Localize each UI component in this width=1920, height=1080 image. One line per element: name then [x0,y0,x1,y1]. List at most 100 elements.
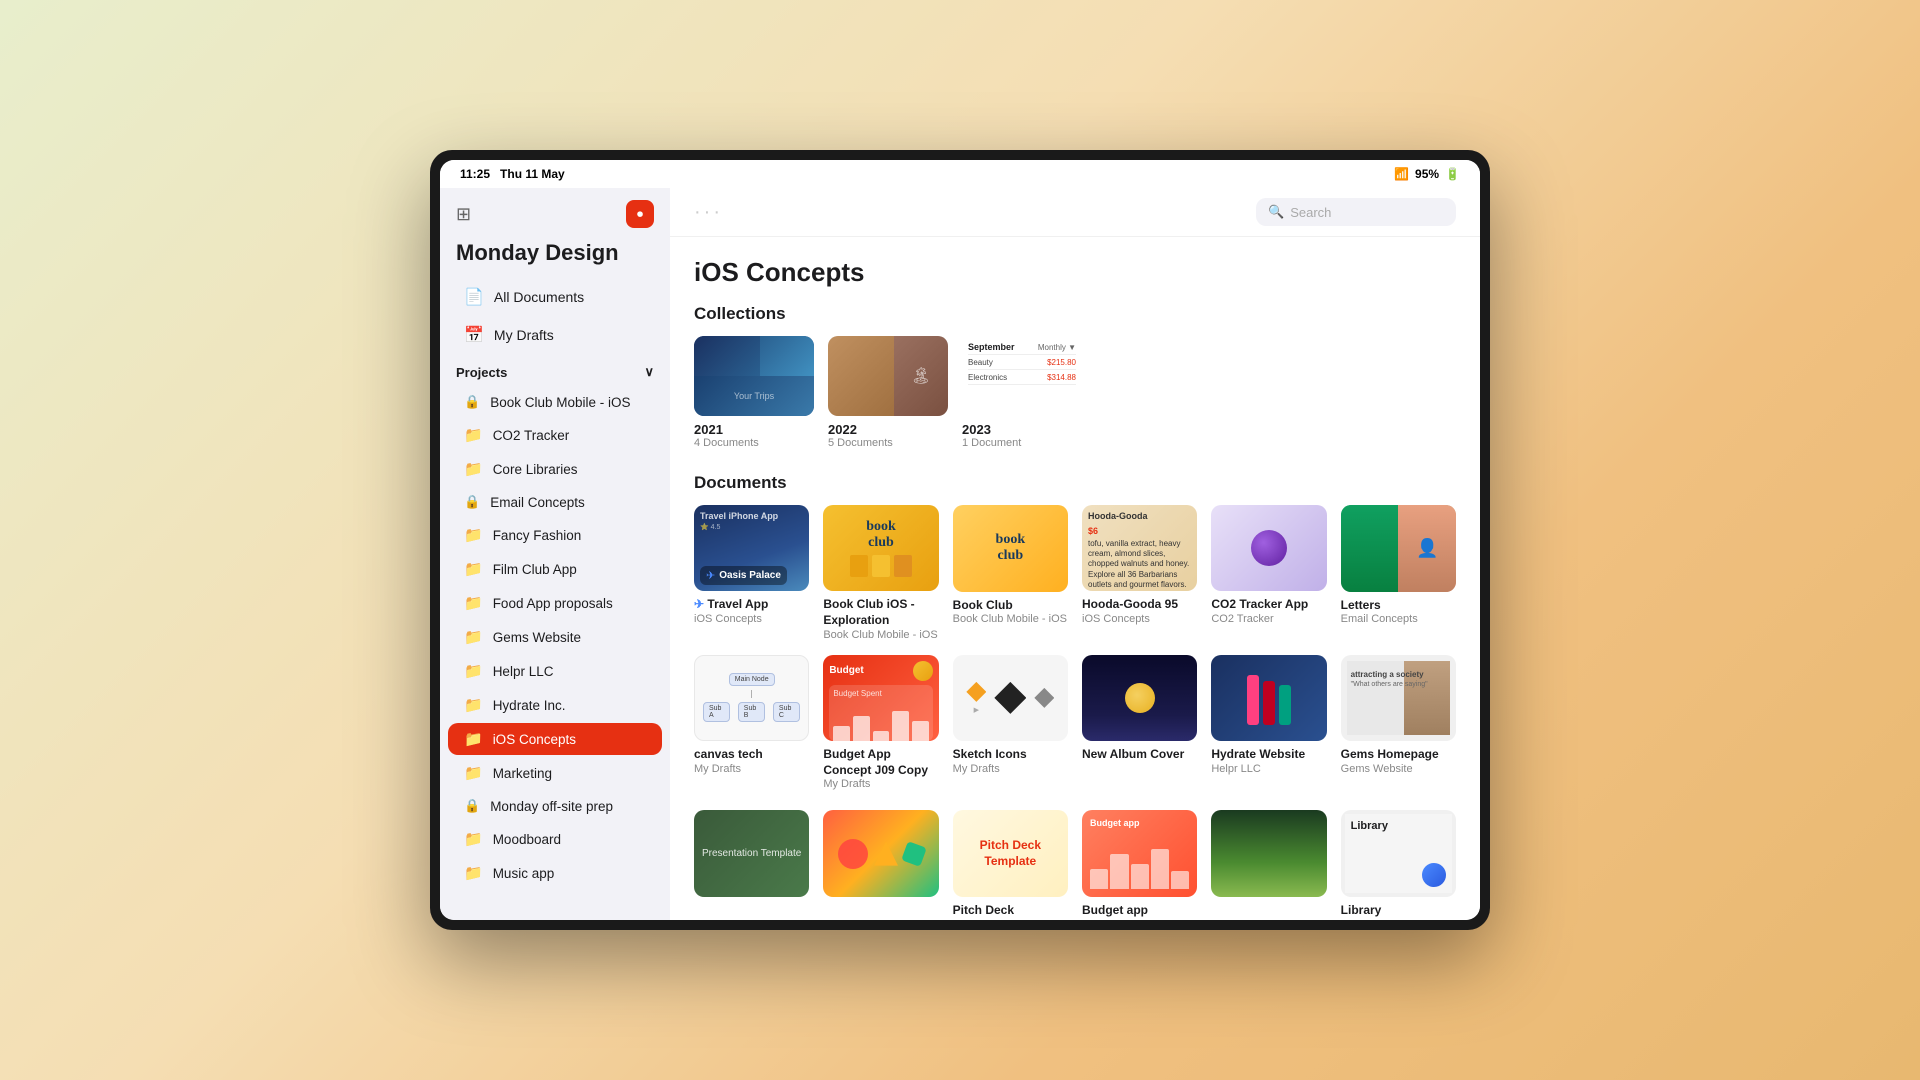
proj-label: Music app [493,866,555,881]
page-title: iOS Concepts [694,257,1456,288]
doc-nature[interactable] [1211,810,1326,920]
projects-chevron-icon[interactable]: ∨ [644,364,654,380]
bottom-docs-grid: Presentation Template [694,810,1456,920]
projects-label: Projects [456,365,507,380]
doc-budget[interactable]: Budget Budget Spent [823,655,938,791]
status-bar: 11:25 Thu 11 May 📶 95% 🔋 [440,160,1480,188]
ipad-device: 11:25 Thu 11 May 📶 95% 🔋 ⊞ ⏺ Monday Desi… [430,150,1490,930]
collection-count: 4 Documents [694,437,814,449]
sidebar-item-co2[interactable]: 📁 CO2 Tracker [448,419,662,451]
search-placeholder: Search [1290,205,1331,220]
sidebar-item-film[interactable]: 📁 Film Club App [448,553,662,585]
main-header: ··· 🔍 Search [670,188,1480,237]
drafts-label: My Drafts [494,327,554,343]
workspace-title: Monday Design [440,236,670,278]
doc-colorful[interactable] [823,810,938,920]
folder-icon: 📁 [464,594,483,612]
doc-title: Pitch Deck Template [953,903,1068,920]
proj-label: Film Club App [493,562,577,577]
doc-hooda[interactable]: Hooda-Gooda $6 tofu, vanilla extract, he… [1082,505,1197,641]
doc-title: Gems Homepage [1341,747,1456,763]
folder-icon-active: 📁 [464,730,483,748]
sidebar-item-marketing[interactable]: 📁 Marketing [448,757,662,789]
lock-icon: 🔒 [464,798,480,814]
doc-hydrate[interactable]: Hydrate Website Helpr LLC [1211,655,1326,791]
all-docs-label: All Documents [494,289,584,305]
doc-title: Sketch Icons [953,747,1068,763]
sidebar-item-music[interactable]: 📁 Music app [448,857,662,889]
doc-title: Hydrate Website [1211,747,1326,763]
record-icon: ⏺ [637,207,643,222]
record-button[interactable]: ⏺ [626,200,654,228]
doc-title: ✈ Travel App [694,597,809,613]
collection-2021[interactable]: Your Trips 2021 4 Documents [694,336,814,449]
collection-2022[interactable]: 🏝 2022 5 Documents [828,336,948,449]
doc-title: Budget app [1082,903,1197,919]
sidebar-item-all-documents[interactable]: 📄 All Documents [448,279,662,315]
doc-title: Library [1341,903,1456,919]
doc-title: New Album Cover [1082,747,1197,763]
sidebar-item-my-drafts[interactable]: 📅 My Drafts [448,317,662,353]
doc-pitch-deck[interactable]: Pitch Deck Template Pitch Deck Template [953,810,1068,920]
doc-title: Letters [1341,598,1456,614]
status-date: Thu 11 May [500,167,565,181]
doc-title: Budget App Concept J09 Copy [823,747,938,778]
folder-icon: 📁 [464,830,483,848]
wifi-icon: 📶 [1394,167,1409,181]
documents-section-title: Documents [694,473,1456,493]
proj-label: Food App proposals [493,596,613,611]
sidebar-item-gems[interactable]: 📁 Gems Website [448,621,662,653]
doc-budget-app[interactable]: Budget app [1082,810,1197,920]
proj-label: CO2 Tracker [493,428,570,443]
doc-album[interactable]: New Album Cover [1082,655,1197,791]
doc-gems[interactable]: attracting a society "What others are sa… [1341,655,1456,791]
doc-title: Hooda-Gooda 95 [1082,597,1197,613]
sidebar-item-monday-offsite[interactable]: 🔒 Monday off-site prep [448,791,662,821]
proj-label: Hydrate Inc. [493,698,566,713]
search-icon: 🔍 [1268,204,1284,220]
search-bar[interactable]: 🔍 Search [1256,198,1456,226]
doc-subtitle: CO2 Tracker [1211,613,1326,625]
doc-title: Book Club [953,598,1068,614]
folder-icon: 📁 [464,560,483,578]
sidebar-item-ios[interactable]: 📁 iOS Concepts [448,723,662,755]
doc-letters[interactable]: 👤 Letters Email Concepts [1341,505,1456,641]
doc-title: CO2 Tracker App [1211,597,1326,613]
doc-title: canvas tech [694,747,809,763]
lock-icon: 🔒 [464,394,480,410]
sidebar-item-food[interactable]: 📁 Food App proposals [448,587,662,619]
drafts-icon: 📅 [464,325,484,345]
sidebar-item-book-club[interactable]: 🔒 Book Club Mobile - iOS [448,387,662,417]
doc-bookclub-ios[interactable]: bookclub Book Club iOS - [823,505,938,641]
lock-icon: 🔒 [464,494,480,510]
collection-count: 5 Documents [828,437,948,449]
sidebar-toggle-icon[interactable]: ⊞ [456,204,471,225]
sidebar-item-moodboard[interactable]: 📁 Moodboard [448,823,662,855]
sidebar-item-email[interactable]: 🔒 Email Concepts [448,487,662,517]
sidebar-header: ⊞ ⏺ [440,188,670,236]
main-area: ··· 🔍 Search iOS Concepts Collections [670,188,1480,920]
doc-co2[interactable]: CO2 Tracker App CO2 Tracker [1211,505,1326,641]
doc-travel-app[interactable]: Travel iPhone App ⭐ 4.5 ✈ Oasis Palace ✈… [694,505,809,641]
doc-sketch[interactable]: ▶ Sketch Icons My Drafts [953,655,1068,791]
doc-subtitle: Book Club Mobile - iOS [953,613,1068,625]
doc-library[interactable]: Library Library [1341,810,1456,920]
folder-icon: 📁 [464,628,483,646]
doc-canvas[interactable]: Main Node Sub A Sub B Sub C canvas te [694,655,809,791]
sidebar-item-hydrate[interactable]: 📁 Hydrate Inc. [448,689,662,721]
folder-icon: 📁 [464,526,483,544]
proj-label: Fancy Fashion [493,528,582,543]
documents-grid: Travel iPhone App ⭐ 4.5 ✈ Oasis Palace ✈… [694,505,1456,790]
sidebar-item-fancy[interactable]: 📁 Fancy Fashion [448,519,662,551]
doc-subtitle: iOS Concepts [694,613,809,625]
sidebar-item-helpr[interactable]: 📁 Helpr LLC [448,655,662,687]
collection-2023[interactable]: September Monthly ▼ Beauty $215.80 Elect… [962,336,1082,449]
proj-label: Helpr LLC [493,664,554,679]
folder-icon: 📁 [464,764,483,782]
sidebar-item-core[interactable]: 📁 Core Libraries [448,453,662,485]
proj-label: Moodboard [493,832,561,847]
folder-icon: 📁 [464,460,483,478]
doc-presentation[interactable]: Presentation Template [694,810,809,920]
proj-label: Book Club Mobile - iOS [490,395,630,410]
doc-bookclub[interactable]: bookclub Book Club Book Club Mobile - iO… [953,505,1068,641]
